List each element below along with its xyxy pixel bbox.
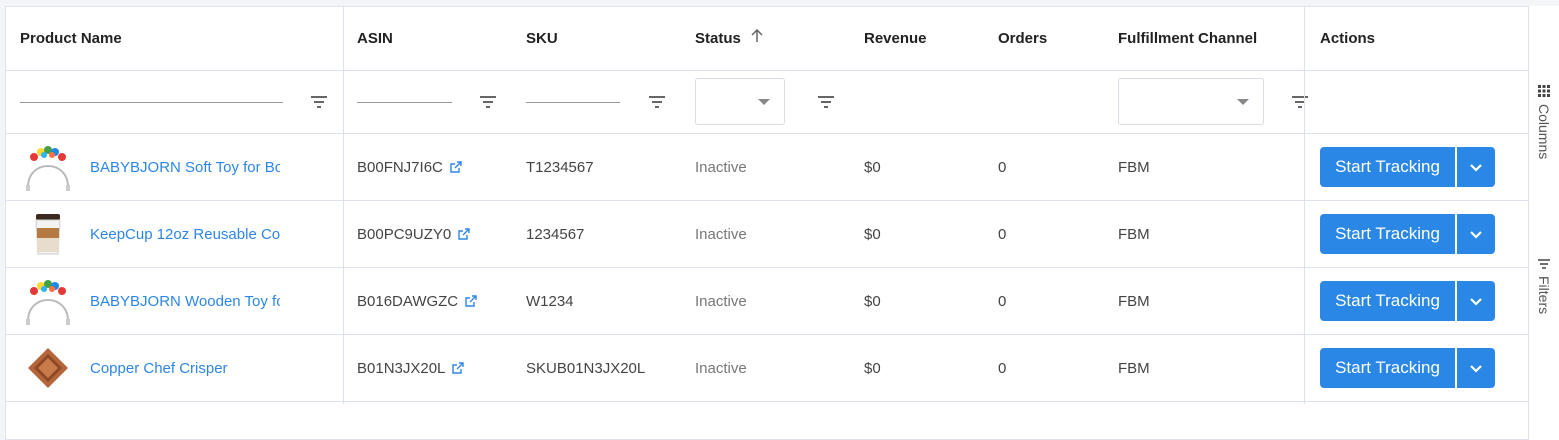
orders-cell: 0 <box>998 359 1007 377</box>
sku-cell: 1234567 <box>526 225 585 243</box>
asin-cell: B00FNJ7I6C <box>357 134 517 200</box>
filter-icon[interactable] <box>1292 96 1308 108</box>
status-cell: Inactive <box>695 292 747 310</box>
table-row: BABYBJORN Soft Toy for Bo B00FNJ7I6C T12… <box>6 134 1528 201</box>
external-link-icon[interactable] <box>449 160 462 174</box>
product-thumbnail <box>20 340 76 396</box>
header-actions: Actions <box>1320 30 1376 47</box>
actions-cell: Start Tracking <box>1320 201 1528 267</box>
sku-filter-input[interactable] <box>526 101 620 103</box>
start-tracking-button-group: Start Tracking <box>1320 281 1495 321</box>
asin-filter-input[interactable] <box>357 101 452 103</box>
header-status[interactable]: Status <box>695 7 855 70</box>
filter-icon[interactable] <box>818 96 834 108</box>
product-name-link[interactable]: BABYBJORN Wooden Toy for <box>90 293 280 310</box>
asin-cell: B01N3JX20L <box>357 335 517 401</box>
external-link-icon[interactable] <box>457 227 470 241</box>
revenue-cell: $0 <box>864 359 881 377</box>
header-row: Product Name ASIN SKU Status Revenue Ord… <box>6 7 1528 71</box>
product-thumbnail <box>20 273 76 329</box>
chevron-down-icon[interactable] <box>1457 348 1495 388</box>
product-name-link[interactable]: KeepCup 12oz Reusable Cof <box>90 226 280 243</box>
actions-cell: Start Tracking <box>1320 268 1528 334</box>
header-status-label: Status <box>695 30 741 47</box>
actions-cell: Start Tracking <box>1320 134 1528 200</box>
fulfillment-channel-cell: FBM <box>1118 292 1150 310</box>
sku-cell: T1234567 <box>526 158 594 176</box>
product-cell: BABYBJORN Soft Toy for Bo <box>20 134 340 200</box>
revenue-cell: $0 <box>864 158 881 176</box>
start-tracking-button-group: Start Tracking <box>1320 214 1495 254</box>
revenue-cell: $0 <box>864 292 881 310</box>
fulfillment-channel-cell: FBM <box>1118 225 1150 243</box>
orders-cell: 0 <box>998 158 1007 176</box>
header-product-name[interactable]: Product Name <box>20 7 340 70</box>
asin-value: B00PC9UZY0 <box>357 225 452 243</box>
product-thumbnail <box>20 206 76 262</box>
product-cell: KeepCup 12oz Reusable Cof <box>20 201 340 267</box>
external-link-icon[interactable] <box>464 294 477 308</box>
status-filter-select[interactable] <box>695 78 785 125</box>
columns-icon <box>1538 84 1550 100</box>
start-tracking-button[interactable]: Start Tracking <box>1320 214 1455 254</box>
chevron-down-icon[interactable] <box>1457 281 1495 321</box>
asin-cell: B016DAWGZC <box>357 268 517 334</box>
header-sku[interactable]: SKU <box>526 7 686 70</box>
filter-icon[interactable] <box>649 96 665 108</box>
filters-label: Filters <box>1536 276 1552 315</box>
pinned-right-divider <box>1304 7 1305 404</box>
caret-down-icon <box>1237 99 1249 105</box>
asin-value: B00FNJ7I6C <box>357 158 443 176</box>
revenue-cell: $0 <box>864 225 881 243</box>
header-orders[interactable]: Orders <box>998 7 1108 70</box>
asin-cell: B00PC9UZY0 <box>357 201 517 267</box>
chevron-down-icon[interactable] <box>1457 214 1495 254</box>
status-cell: Inactive <box>695 225 747 243</box>
product-cell: Copper Chef Crisper <box>20 335 340 401</box>
filter-icon[interactable] <box>480 96 496 108</box>
product-thumbnail <box>20 139 76 195</box>
columns-tab[interactable]: Columns <box>1529 84 1559 159</box>
orders-cell: 0 <box>998 292 1007 310</box>
orders-cell: 0 <box>998 225 1007 243</box>
header-fulfillment-channel[interactable]: Fulfillment Channel <box>1118 7 1298 70</box>
start-tracking-button-group: Start Tracking <box>1320 348 1495 388</box>
start-tracking-button[interactable]: Start Tracking <box>1320 348 1455 388</box>
asin-value: B01N3JX20L <box>357 359 446 377</box>
table-row: BABYBJORN Wooden Toy for B016DAWGZC W123… <box>6 268 1528 335</box>
actions-cell: Start Tracking <box>1320 335 1528 401</box>
start-tracking-button[interactable]: Start Tracking <box>1320 281 1455 321</box>
start-tracking-button[interactable]: Start Tracking <box>1320 147 1455 187</box>
product-name-filter-input[interactable] <box>20 101 283 103</box>
side-bar: Columns Filters <box>1529 6 1559 440</box>
filter-icon <box>1538 256 1550 272</box>
sku-cell: W1234 <box>526 292 574 310</box>
table-row: KeepCup 12oz Reusable Cof B00PC9UZY0 123… <box>6 201 1528 268</box>
status-cell: Inactive <box>695 359 747 377</box>
start-tracking-button-group: Start Tracking <box>1320 147 1495 187</box>
arrow-up-icon[interactable] <box>751 28 763 48</box>
caret-down-icon <box>758 99 770 105</box>
product-name-link[interactable]: Copper Chef Crisper <box>90 360 280 377</box>
columns-label: Columns <box>1536 104 1552 160</box>
table-row: Copper Chef Crisper B01N3JX20L SKUB01N3J… <box>6 335 1528 402</box>
sku-cell: SKUB01N3JX20L <box>526 359 646 377</box>
fulfillment-channel-cell: FBM <box>1118 158 1150 176</box>
chevron-down-icon[interactable] <box>1457 147 1495 187</box>
product-name-link[interactable]: BABYBJORN Soft Toy for Bo <box>90 159 280 176</box>
fulfillment-channel-cell: FBM <box>1118 359 1150 377</box>
filters-tab[interactable]: Filters <box>1529 256 1559 314</box>
product-cell: BABYBJORN Wooden Toy for <box>20 268 340 334</box>
asin-value: B016DAWGZC <box>357 292 459 310</box>
external-link-icon[interactable] <box>451 361 465 375</box>
product-grid: Product Name ASIN SKU Status Revenue Ord… <box>5 6 1529 440</box>
status-cell: Inactive <box>695 158 747 176</box>
fulfillment-channel-filter-select[interactable] <box>1118 78 1264 125</box>
header-asin[interactable]: ASIN <box>357 7 517 70</box>
header-revenue[interactable]: Revenue <box>864 7 994 70</box>
filter-icon[interactable] <box>311 96 327 108</box>
pinned-left-divider <box>343 7 344 404</box>
filter-row <box>6 71 1528 134</box>
